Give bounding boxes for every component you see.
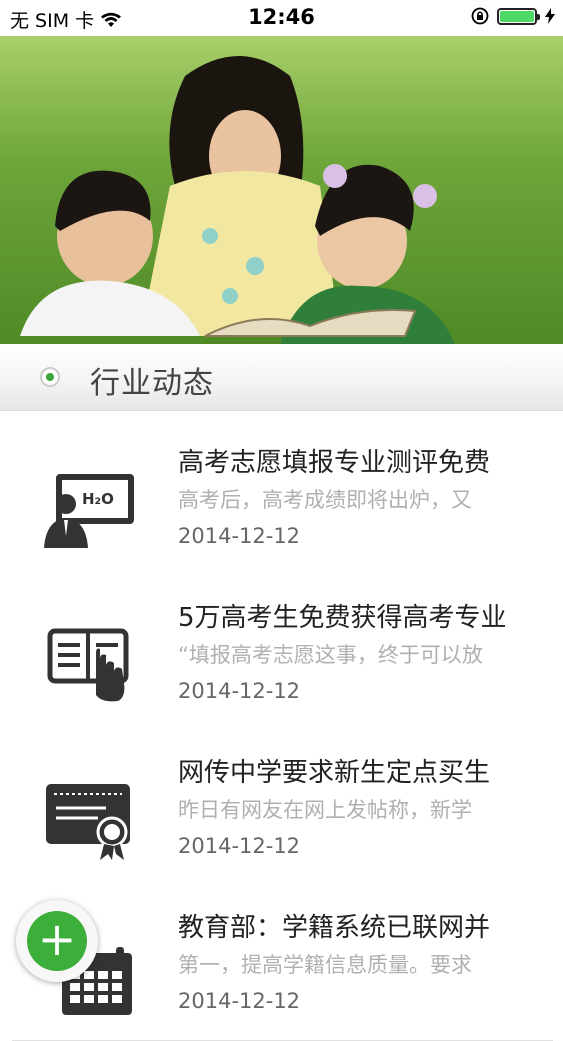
certificate-icon	[46, 784, 130, 860]
list-item[interactable]: 5万高考生免费获得高考专业 “填报高考志愿这事，终于可以放 2014-12-12	[12, 575, 553, 731]
section-bullet-icon	[40, 367, 60, 387]
banner-image[interactable]	[0, 36, 563, 344]
news-date: 2014-12-12	[178, 679, 301, 703]
news-summary: 第一，提高学籍信息质量。要求	[178, 953, 472, 977]
news-title: 高考志愿填报专业测评免费	[178, 448, 491, 478]
banner-illustration	[0, 36, 563, 344]
status-right	[471, 7, 555, 25]
news-summary: 昨日有网友在网上发帖称，新学	[178, 798, 472, 822]
news-date: 2014-12-12	[178, 989, 301, 1013]
add-button[interactable]: +	[16, 900, 98, 982]
rotation-lock-icon	[471, 7, 489, 25]
news-summary: 高考后，高考成绩即将出炉，又	[178, 488, 472, 512]
svg-text:H₂O: H₂O	[82, 490, 114, 508]
list-item[interactable]: H₂O 高考志愿填报专业测评免费 高考后，高考成绩即将出炉，又 2014-12-…	[12, 420, 553, 576]
section-title: 行业动态	[90, 366, 214, 401]
news-title: 5万高考生免费获得高考专业	[178, 603, 507, 633]
plus-icon: +	[27, 911, 87, 971]
news-date: 2014-12-12	[178, 834, 301, 858]
status-bar: 无 SIM 卡 12:46	[0, 0, 563, 36]
list-item[interactable]: 网传中学要求新生定点买生 昨日有网友在网上发帖称，新学 2014-12-12	[12, 730, 553, 886]
news-title: 网传中学要求新生定点买生	[178, 758, 491, 788]
news-title: 教育部：学籍系统已联网并	[178, 913, 491, 943]
list-item[interactable]: 教育部：学籍系统已联网并 第一，提高学籍信息质量。要求 2014-12-12	[12, 885, 553, 1041]
charging-icon	[545, 8, 555, 24]
section-header: 行业动态	[0, 344, 563, 411]
teacher-board-icon: H₂O	[44, 474, 134, 548]
document-hand-icon	[47, 628, 129, 702]
battery-icon	[497, 7, 540, 25]
news-summary: “填报高考志愿这事，终于可以放	[178, 643, 483, 667]
news-date: 2014-12-12	[178, 524, 301, 548]
